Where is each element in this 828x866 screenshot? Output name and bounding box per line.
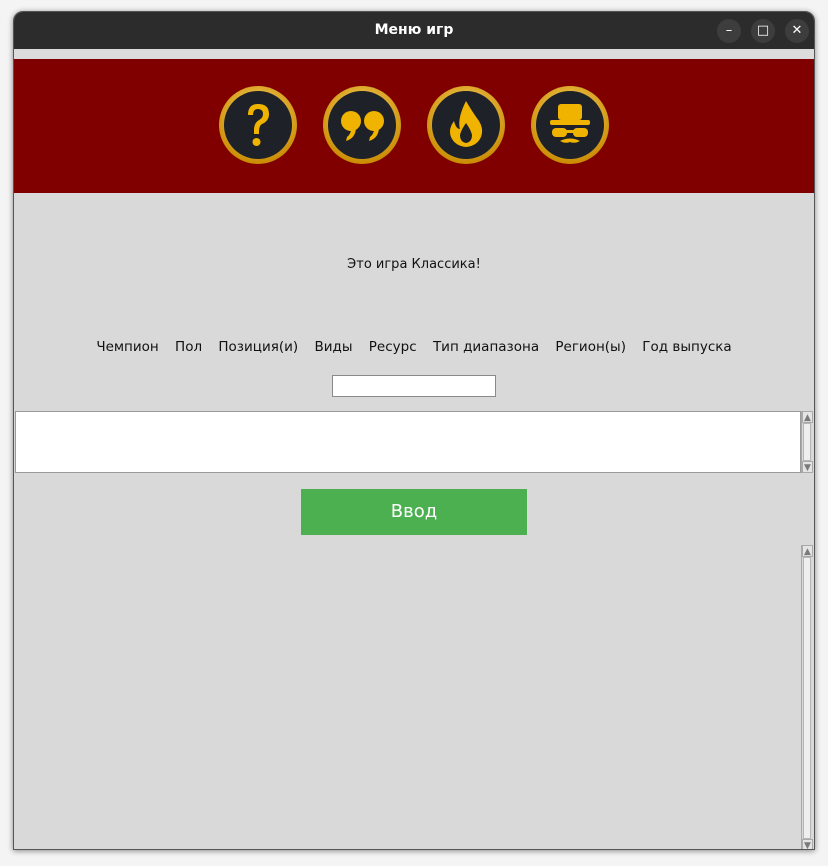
header-champion: Чемпион — [96, 339, 159, 355]
scroll-down-arrow-icon[interactable]: ▼ — [802, 839, 813, 849]
scroll-thumb[interactable] — [803, 557, 811, 839]
header-release-year: Год выпуска — [642, 339, 732, 355]
scroll-down-arrow-icon[interactable]: ▼ — [802, 461, 813, 473]
suggestions-box[interactable] — [15, 411, 801, 473]
maximize-button[interactable]: □ — [751, 19, 775, 43]
suggestions-scrollbar[interactable]: ▲ ▼ — [801, 411, 813, 473]
scroll-up-arrow-icon[interactable]: ▲ — [802, 545, 813, 557]
mode-button-splash[interactable] — [530, 85, 610, 165]
header-species: Виды — [314, 339, 353, 355]
mode-button-classic[interactable] — [218, 85, 298, 165]
flame-icon — [427, 86, 505, 164]
guess-input[interactable] — [332, 375, 496, 397]
close-button[interactable]: ✕ — [785, 19, 809, 43]
menu-strip — [14, 49, 814, 59]
attribute-headers: Чемпион Пол Позиция(и) Виды Ресурс Тип д… — [14, 339, 814, 355]
quote-icon — [323, 86, 401, 164]
minimize-button[interactable]: – — [717, 19, 741, 43]
header-range-type: Тип диапазона — [432, 339, 540, 355]
header-regions: Регион(ы) — [555, 339, 626, 355]
header-resource: Ресурс — [368, 339, 417, 355]
scroll-up-arrow-icon[interactable]: ▲ — [802, 411, 813, 423]
results-scrollbar[interactable]: ▲ ▼ — [801, 545, 813, 849]
mode-banner — [14, 59, 814, 193]
question-mark-icon — [219, 86, 297, 164]
header-gender: Пол — [175, 339, 203, 355]
mode-button-quote[interactable] — [322, 85, 402, 165]
mode-button-ability[interactable] — [426, 85, 506, 165]
title-bar: Меню игр – □ ✕ — [14, 12, 814, 49]
disguise-icon — [531, 86, 609, 164]
game-mode-label: Это игра Классика! — [347, 257, 481, 272]
enter-button[interactable]: Ввод — [301, 489, 527, 535]
results-area — [14, 545, 814, 849]
header-positions: Позиция(и) — [218, 339, 299, 355]
scroll-thumb[interactable] — [803, 423, 811, 461]
window-title: Меню игр — [374, 22, 454, 38]
game-area: Это игра Классика! Чемпион Пол Позиция(и… — [14, 193, 814, 849]
app-window: Меню игр – □ ✕ Это игра Классика! Чемпио… — [13, 11, 815, 850]
